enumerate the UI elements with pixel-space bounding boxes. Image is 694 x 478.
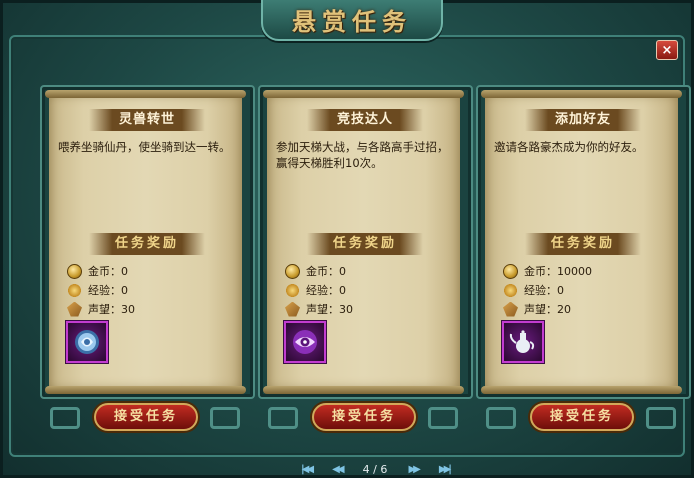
reward-fame-label: 声望： [88, 303, 121, 316]
reward-gold-row: 金币： 0 [285, 263, 346, 279]
reward-gold-row: 金币： 10000 [503, 263, 592, 279]
reward-exp-value: 0 [557, 283, 564, 297]
fame-icon [285, 301, 300, 317]
reward-header: 任务奖励 [525, 233, 641, 255]
reward-fame-value: 30 [121, 302, 135, 316]
reward-gold-value: 0 [339, 264, 346, 278]
page-total: 6 [380, 462, 388, 476]
accept-area-3: 接受任务 [486, 399, 676, 439]
close-icon: × [661, 42, 673, 58]
task-title: 添加好友 [525, 109, 641, 131]
reward-item-slot[interactable] [502, 321, 544, 363]
pager: |◀◀ ◀◀ 4 / 6 ▶▶ ▶▶| [301, 461, 452, 477]
reward-fame-value: 20 [557, 302, 571, 316]
reward-fame-row: 声望： 30 [67, 301, 135, 317]
task-card-1: 灵兽转世 喂养坐骑仙丹，使坐骑到达一转。 任务奖励 金币： 0 经验： 0 声望… [40, 85, 255, 399]
reward-item-slot[interactable] [66, 321, 108, 363]
accept-task-button[interactable]: 接受任务 [312, 403, 416, 431]
reward-item-slot[interactable] [284, 321, 326, 363]
coin-icon [67, 263, 82, 279]
reward-exp-label: 经验： [524, 284, 557, 297]
reward-fame-row: 声望： 30 [285, 301, 353, 317]
task-description: 喂养坐骑仙丹，使坐骑到达一转。 [58, 140, 231, 154]
task-title: 竞技达人 [307, 109, 423, 131]
reward-exp-row: 经验： 0 [285, 282, 346, 298]
next-page-icon[interactable]: ▶▶ [408, 464, 421, 475]
eye-icon [293, 330, 317, 354]
prev-page-icon[interactable]: ◀◀ [332, 464, 345, 475]
task-title: 灵兽转世 [89, 109, 205, 131]
accept-task-button[interactable]: 接受任务 [530, 403, 634, 431]
reward-gold-value: 0 [121, 264, 128, 278]
reward-exp-value: 0 [121, 283, 128, 297]
reward-exp-label: 经验： [88, 284, 121, 297]
window-title: 悬赏任务 [292, 6, 412, 36]
spirit-orb-icon [75, 330, 99, 354]
ornament-left [50, 407, 80, 429]
reward-fame-label: 声望： [524, 303, 557, 316]
accept-task-button[interactable]: 接受任务 [94, 403, 198, 431]
task-scroll-1: 灵兽转世 喂养坐骑仙丹，使坐骑到达一转。 任务奖励 金币： 0 经验： 0 声望… [45, 90, 246, 394]
task-scroll-2: 竞技达人 参加天梯大战，与各路高手过招，赢得天梯胜利10次。 任务奖励 金币： … [263, 90, 464, 394]
experience-icon [503, 282, 518, 298]
experience-icon [285, 282, 300, 298]
reward-gold-label: 金币： [306, 265, 339, 278]
coin-icon [285, 263, 300, 279]
task-card-2: 竞技达人 参加天梯大战，与各路高手过招，赢得天梯胜利10次。 任务奖励 金币： … [258, 85, 473, 399]
reward-fame-label: 声望： [306, 303, 339, 316]
reward-fame-row: 声望： 20 [503, 301, 571, 317]
task-scroll-3: 添加好友 邀请各路豪杰成为你的好友。 任务奖励 金币： 10000 经验： 0 … [481, 90, 682, 394]
reward-fame-value: 30 [339, 302, 353, 316]
first-page-icon[interactable]: |◀◀ [301, 464, 314, 475]
reward-gold-value: 10000 [557, 264, 592, 278]
experience-icon [67, 282, 82, 298]
fame-icon [67, 301, 82, 317]
close-button[interactable]: × [656, 40, 678, 60]
ornament-right [210, 407, 240, 429]
reward-exp-row: 经验： 0 [67, 282, 128, 298]
task-description: 邀请各路豪杰成为你的好友。 [494, 140, 644, 154]
accept-area-2: 接受任务 [268, 399, 458, 439]
ornament-left [268, 407, 298, 429]
page-separator: / [373, 462, 377, 476]
page-indicator: 4 / 6 [363, 463, 388, 476]
reward-exp-value: 0 [339, 283, 346, 297]
ornament-right [428, 407, 458, 429]
reward-gold-row: 金币： 0 [67, 263, 128, 279]
reward-exp-row: 经验： 0 [503, 282, 564, 298]
last-page-icon[interactable]: ▶▶| [439, 464, 452, 475]
window-title-plate: 悬赏任务 [261, 0, 443, 41]
coin-icon [503, 263, 518, 279]
ornament-left [486, 407, 516, 429]
quest-window: 悬赏任务 × 灵兽转世 喂养坐骑仙丹，使坐骑到达一转。 任务奖励 金币： 0 经… [0, 0, 694, 478]
reward-exp-label: 经验： [306, 284, 339, 297]
reward-header: 任务奖励 [307, 233, 423, 255]
fame-icon [503, 301, 518, 317]
accept-area-1: 接受任务 [50, 399, 240, 439]
page-current: 4 [362, 462, 370, 476]
reward-header: 任务奖励 [89, 233, 205, 255]
teapot-icon [509, 330, 535, 353]
reward-gold-label: 金币： [88, 265, 121, 278]
task-description: 参加天梯大战，与各路高手过招，赢得天梯胜利10次。 [276, 140, 449, 170]
task-card-3: 添加好友 邀请各路豪杰成为你的好友。 任务奖励 金币： 10000 经验： 0 … [476, 85, 691, 399]
ornament-right [646, 407, 676, 429]
reward-gold-label: 金币： [524, 265, 557, 278]
